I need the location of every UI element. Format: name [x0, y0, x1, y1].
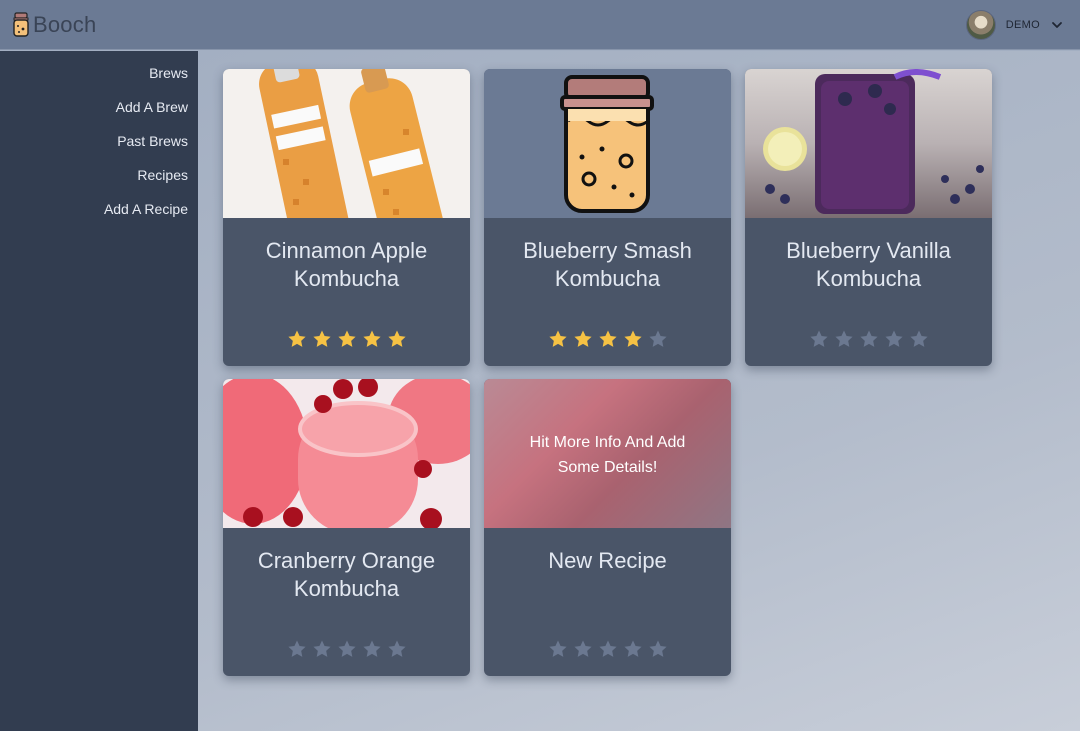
user-menu[interactable]: DEMO: [965, 9, 1064, 41]
top-header: Booch DEMO: [0, 0, 1080, 50]
star-icon[interactable]: [623, 639, 643, 659]
star-icon[interactable]: [362, 329, 382, 349]
star-icon[interactable]: [598, 639, 618, 659]
recipe-title-line: Cinnamon Apple: [265, 238, 428, 263]
star-rating: [745, 329, 992, 349]
star-icon[interactable]: [573, 639, 593, 659]
chevron-down-icon[interactable]: [1050, 18, 1064, 32]
star-icon[interactable]: [287, 329, 307, 349]
recipe-title-line: Cranberry Orange: [257, 548, 436, 573]
star-rating: [223, 329, 470, 349]
user-name[interactable]: DEMO: [1006, 19, 1040, 31]
app-title: Booch: [33, 12, 97, 37]
mason-jar-icon: [560, 75, 654, 213]
star-icon[interactable]: [909, 329, 929, 349]
recipe-grid: Cinnamon Apple Kombucha Blueberry Smash: [198, 51, 1080, 731]
recipe-title-line: Kombucha: [293, 266, 400, 291]
recipe-image: [223, 379, 470, 528]
star-icon[interactable]: [548, 639, 568, 659]
star-icon[interactable]: [387, 329, 407, 349]
star-icon[interactable]: [573, 329, 593, 349]
recipe-title: Blueberry Smash Kombucha: [494, 237, 721, 293]
sidebar-item-recipes[interactable]: Recipes: [0, 166, 198, 200]
sidebar: Brews Add A Brew Past Brews Recipes Add …: [0, 51, 198, 731]
recipe-title-line: Kombucha: [554, 266, 661, 291]
recipe-title: Cranberry Orange Kombucha: [233, 547, 460, 603]
star-icon[interactable]: [312, 329, 332, 349]
bottles-illustration: [259, 69, 446, 218]
recipe-image: [223, 69, 470, 218]
more-info-hint: Hit More Info And Add Some Details!: [504, 430, 711, 480]
star-icon[interactable]: [859, 329, 879, 349]
recipe-title: Cinnamon Apple Kombucha: [233, 237, 460, 293]
sidebar-item-past-brews[interactable]: Past Brews: [0, 132, 198, 166]
star-icon[interactable]: [312, 639, 332, 659]
star-rating: [223, 639, 470, 659]
star-icon[interactable]: [834, 329, 854, 349]
recipe-card-blueberry-vanilla[interactable]: Blueberry Vanilla Kombucha: [745, 69, 992, 366]
star-icon[interactable]: [337, 639, 357, 659]
sidebar-item-add-a-brew[interactable]: Add A Brew: [0, 98, 198, 132]
hint-line: Hit More Info And Add: [529, 434, 686, 451]
blueberry-drink-illustration: [763, 69, 984, 214]
star-icon[interactable]: [337, 329, 357, 349]
star-rating: [484, 639, 731, 659]
hint-line: Some Details!: [557, 459, 658, 476]
star-icon[interactable]: [648, 639, 668, 659]
star-icon[interactable]: [598, 329, 618, 349]
star-rating: [484, 329, 731, 349]
jar-logo-icon: [13, 12, 29, 37]
recipe-title-line: New Recipe: [548, 548, 667, 573]
star-icon[interactable]: [648, 329, 668, 349]
recipe-card-new-recipe[interactable]: Hit More Info And Add Some Details! New …: [484, 379, 731, 676]
star-icon[interactable]: [623, 329, 643, 349]
recipe-image-placeholder: Hit More Info And Add Some Details!: [484, 379, 731, 528]
star-icon[interactable]: [362, 639, 382, 659]
sidebar-nav: Brews Add A Brew Past Brews Recipes Add …: [0, 51, 198, 234]
star-icon[interactable]: [287, 639, 307, 659]
recipe-card-cinnamon-apple[interactable]: Cinnamon Apple Kombucha: [223, 69, 470, 366]
recipe-image: [745, 69, 992, 218]
star-icon[interactable]: [548, 329, 568, 349]
recipe-title: Blueberry Vanilla Kombucha: [755, 237, 982, 293]
star-icon[interactable]: [387, 639, 407, 659]
recipe-title: New Recipe: [494, 547, 721, 575]
avatar[interactable]: [965, 10, 996, 40]
recipe-card-blueberry-smash[interactable]: Blueberry Smash Kombucha: [484, 69, 731, 366]
recipe-title-line: Kombucha: [293, 576, 400, 601]
brand[interactable]: Booch: [12, 10, 96, 40]
sidebar-item-add-a-recipe[interactable]: Add A Recipe: [0, 200, 198, 234]
recipe-title-line: Blueberry Smash: [523, 238, 692, 263]
star-icon[interactable]: [809, 329, 829, 349]
cranberry-drink-illustration: [223, 379, 470, 528]
star-icon[interactable]: [884, 329, 904, 349]
recipe-card-cranberry-orange[interactable]: Cranberry Orange Kombucha: [223, 379, 470, 676]
recipe-image: [484, 69, 731, 218]
sidebar-item-brews[interactable]: Brews: [0, 64, 198, 98]
recipe-title-line: Blueberry Vanilla: [786, 238, 951, 263]
recipe-title-line: Kombucha: [815, 266, 922, 291]
